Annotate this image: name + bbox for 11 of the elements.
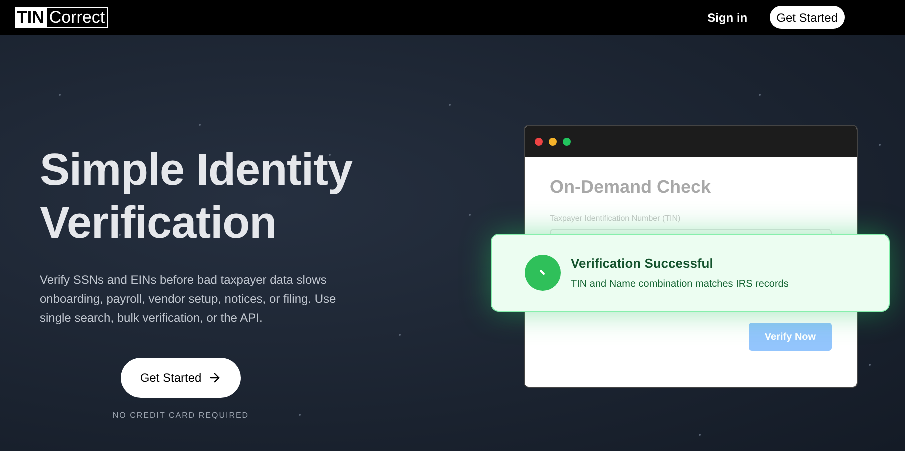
window-heading: On-Demand Check [550, 176, 712, 199]
sign-in-link[interactable]: Sign in [708, 8, 748, 26]
get-started-button[interactable]: Get Started [770, 6, 845, 29]
get-started-button[interactable]: Get Started [121, 358, 241, 398]
hero-description: Verify SSNs and EINs before bad taxpayer data slows onboarding, payroll, vendor setup, notices, or filing. Use single search, bulk verification, or the API. [40, 272, 338, 327]
logo-text: Correct [46, 7, 108, 28]
hero-title: Simple Identity Verification [40, 143, 354, 249]
note-text: NO CREDIT CARD REQUIRED [112, 410, 250, 422]
logo-text: TIN [15, 7, 46, 28]
toast-title: Verification Successful [571, 255, 714, 274]
toast-message: TIN and Name combination matches IRS records [571, 278, 789, 292]
